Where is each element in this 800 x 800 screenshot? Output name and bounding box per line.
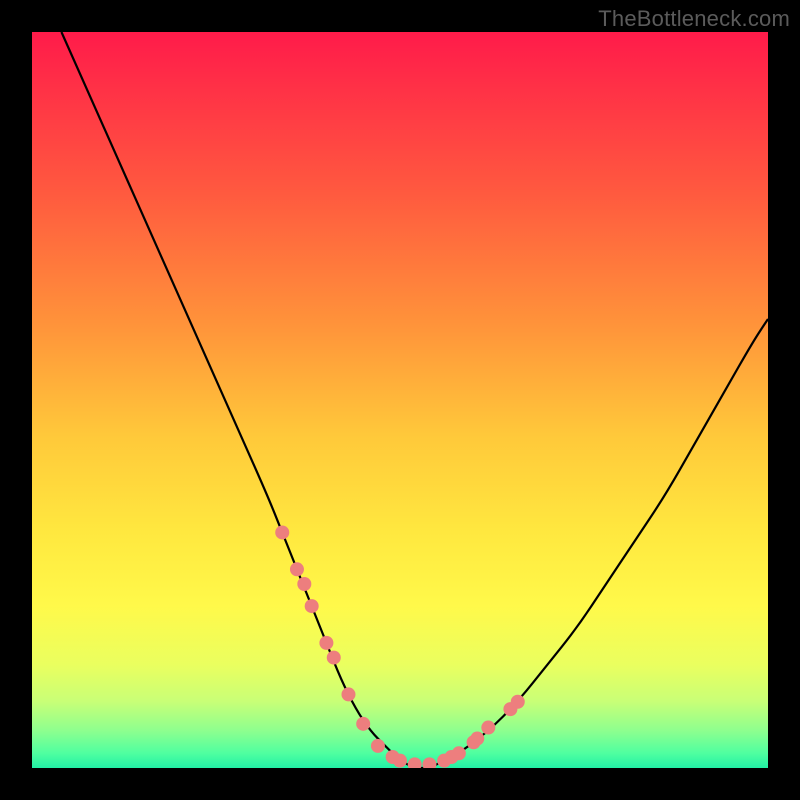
marker-point [319, 636, 333, 650]
marker-point [297, 577, 311, 591]
marker-point [305, 599, 319, 613]
marker-point [481, 721, 495, 735]
marker-point [341, 687, 355, 701]
marker-point [408, 757, 422, 768]
marker-point [452, 746, 466, 760]
marker-point [290, 562, 304, 576]
chart-frame: TheBottleneck.com [0, 0, 800, 800]
marker-point [275, 525, 289, 539]
marker-point [511, 695, 525, 709]
marker-point [327, 651, 341, 665]
highlighted-points [275, 525, 525, 768]
chart-svg [32, 32, 768, 768]
marker-point [356, 717, 370, 731]
marker-point [393, 754, 407, 768]
bottleneck-curve [61, 32, 768, 768]
marker-point [470, 732, 484, 746]
marker-point [422, 757, 436, 768]
plot-area [32, 32, 768, 768]
marker-point [371, 739, 385, 753]
watermark-text: TheBottleneck.com [598, 6, 790, 32]
